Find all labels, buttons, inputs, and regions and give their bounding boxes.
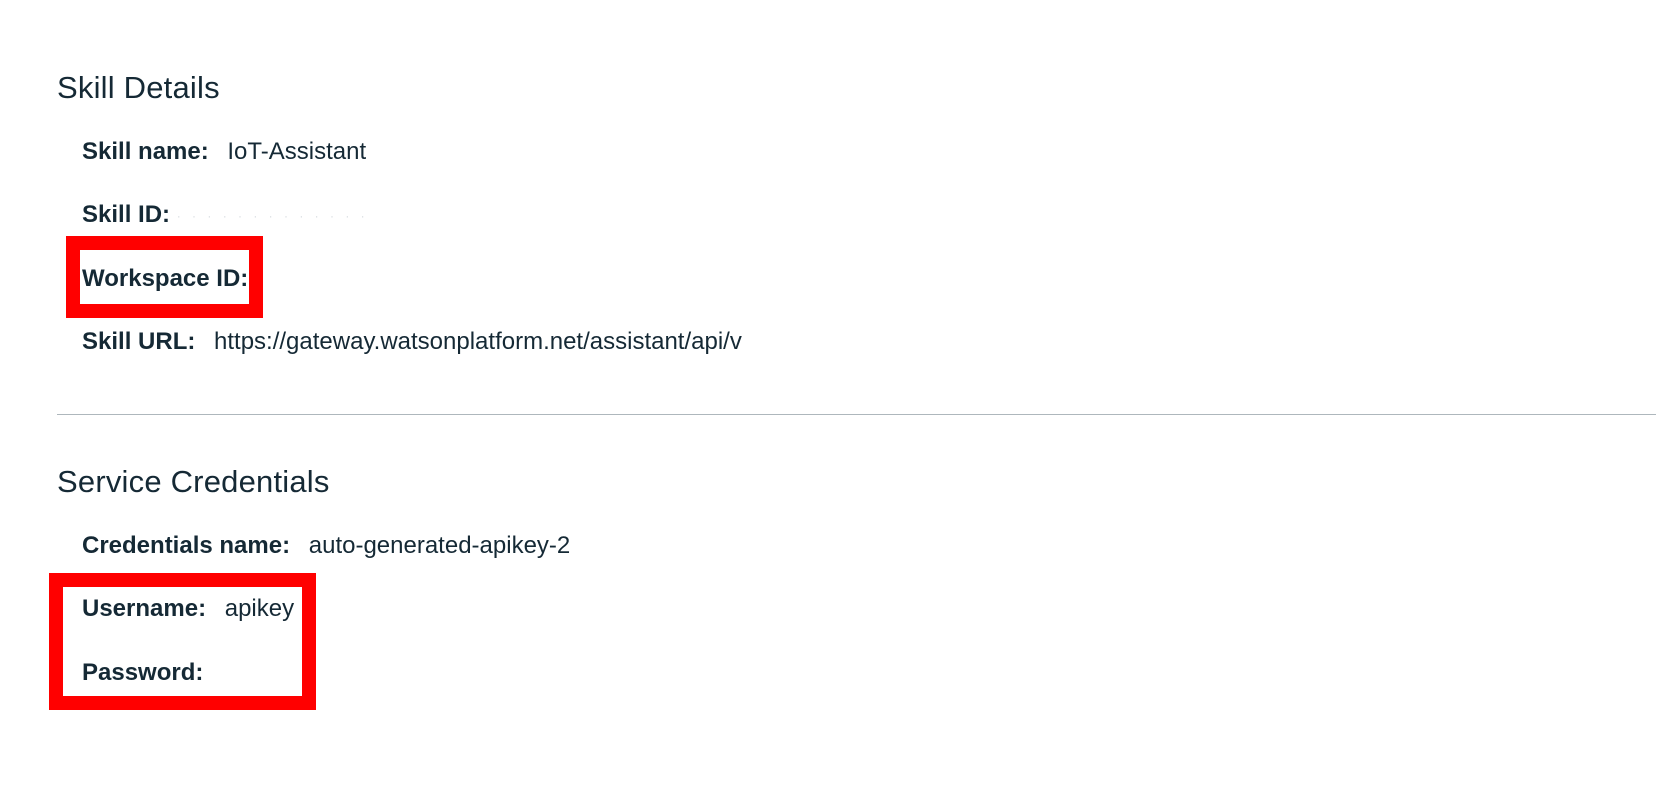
service-credentials-title: Service Credentials — [57, 464, 330, 499]
skill-id-row: Skill ID: · · · · · · · · · · · · · — [82, 201, 369, 229]
skill-name-value: IoT-Assistant — [227, 138, 367, 165]
skill-url-label: Skill URL: — [82, 328, 196, 355]
username-password-highlight-box — [49, 573, 316, 710]
credentials-name-label: Credentials name: — [82, 532, 291, 559]
section-divider — [57, 414, 1656, 415]
skill-url-row: Skill URL: https://gateway.watsonplatfor… — [82, 328, 742, 356]
skill-name-row: Skill name: IoT-Assistant — [82, 138, 366, 166]
skill-url-value: https://gateway.watsonplatform.net/assis… — [214, 328, 742, 355]
credentials-name-row: Credentials name: auto-generated-apikey-… — [82, 532, 570, 560]
workspace-id-highlight-box — [66, 236, 263, 318]
skill-details-title: Skill Details — [57, 70, 220, 105]
skill-name-label: Skill name: — [82, 138, 209, 165]
skill-id-label: Skill ID: — [82, 201, 171, 228]
credentials-name-value: auto-generated-apikey-2 — [308, 532, 571, 559]
skill-id-redacted-value: · · · · · · · · · · · · · — [176, 208, 369, 223]
